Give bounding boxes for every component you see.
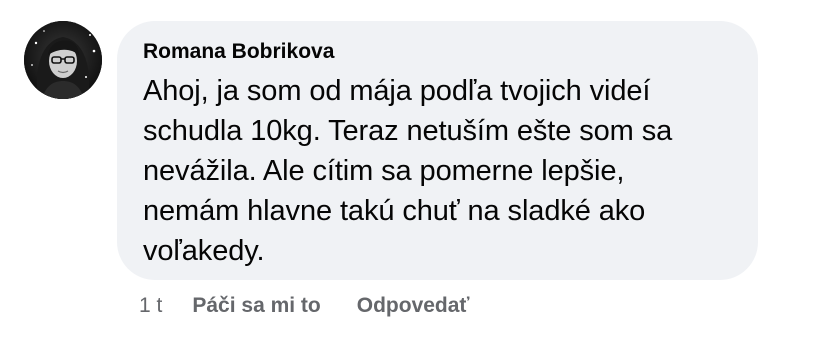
comment-text: Ahoj, ja som od mája podľa tvojich videí…: [143, 71, 728, 271]
comment: Romana Bobrikova Ahoj, ja som od mája po…: [0, 0, 828, 342]
comment-text-line: nevážila. Ale cítim sa pomerne lepšie,: [143, 155, 625, 187]
comment-actions: 1 t Páči sa mi to Odpovedať: [139, 291, 506, 321]
comment-bubble: Romana Bobrikova Ahoj, ja som od mája po…: [117, 21, 758, 280]
avatar[interactable]: [24, 21, 102, 99]
comment-text-line: nemám hlavne takú chuť na sladké ako: [143, 195, 646, 227]
comment-text-line: voľakedy.: [143, 235, 265, 267]
comment-text-line: Ahoj, ja som od mája podľa tvojich videí: [143, 75, 651, 107]
like-button[interactable]: Páči sa mi to: [192, 294, 320, 318]
comment-text-line: schudla 10kg. Teraz netuším ešte som sa: [143, 115, 673, 147]
comment-author[interactable]: Romana Bobrikova: [143, 39, 728, 65]
reply-button[interactable]: Odpovedať: [357, 294, 470, 318]
avatar-photo: [24, 21, 102, 99]
comment-timestamp[interactable]: 1 t: [139, 294, 162, 318]
